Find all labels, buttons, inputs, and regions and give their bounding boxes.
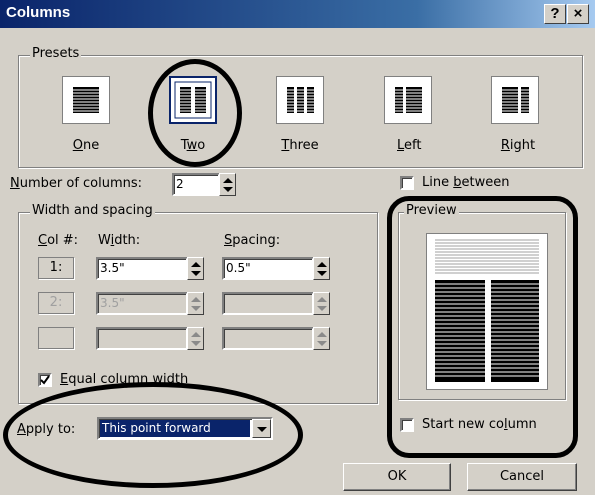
width-input-3[interactable] [96,327,188,350]
left-column-icon [395,87,422,113]
spin-down-icon[interactable] [314,339,329,350]
preset-one-button[interactable] [62,76,110,124]
dialog-title: Columns [6,4,71,21]
two-column-icon [174,81,212,119]
spacing-spinner-3[interactable] [313,327,330,350]
preview-page-icon [435,239,539,382]
preset-right-button[interactable] [491,76,539,124]
equal-column-width-checkbox[interactable] [38,373,52,387]
cancel-button[interactable]: Cancel [467,463,577,491]
right-column-icon [502,87,529,113]
checkmark-icon [40,375,50,385]
number-of-columns-spinner[interactable] [219,173,236,196]
col-number-header: Col #: [38,233,79,248]
spin-down-icon[interactable] [188,269,203,280]
spin-up-icon[interactable] [220,174,235,185]
preset-left-label: Left [397,138,422,153]
width-input-2[interactable]: 3.5" [96,292,188,315]
spin-up-icon[interactable] [314,328,329,339]
preset-three-button[interactable] [276,76,324,124]
spin-down-icon[interactable] [188,339,203,350]
width-spacing-group-label: Width and spacing [30,203,155,218]
columns-dialog: Columns ? × Presets One Two Three Left R… [0,0,595,495]
line-between-checkbox[interactable] [400,176,414,190]
number-of-columns-input[interactable]: 2 [172,173,220,196]
spin-up-icon[interactable] [188,293,203,304]
spin-up-icon[interactable] [314,293,329,304]
spin-up-icon[interactable] [188,258,203,269]
apply-to-dropdown[interactable]: This point forward [97,417,273,440]
col-number-2: 2: [38,292,74,314]
spacing-spinner-2[interactable] [313,292,330,315]
spacing-input-2[interactable] [222,292,314,315]
apply-to-label: Apply to: [17,422,76,437]
line-between-label: Line between [422,175,510,190]
three-column-icon [287,87,314,113]
start-new-column-label: Start new column [422,417,537,432]
spin-down-icon[interactable] [188,304,203,315]
col-number-3 [38,327,74,349]
preset-left-button[interactable] [384,76,432,124]
preset-three-label: Three [281,138,319,153]
presets-group-label: Presets [30,46,82,61]
number-of-columns-label: Number of columns: [10,176,143,191]
width-spinner-2[interactable] [187,292,204,315]
apply-to-selected-value: This point forward [100,420,250,437]
spin-down-icon[interactable] [220,185,235,196]
spin-down-icon[interactable] [314,304,329,315]
dropdown-arrow-button[interactable] [252,419,271,438]
spacing-header: Spacing: [224,233,281,248]
width-input-1[interactable]: 3.5" [96,257,188,280]
preset-right-label: Right [500,138,536,153]
help-button[interactable]: ? [544,4,566,24]
spin-down-icon[interactable] [314,269,329,280]
ok-button[interactable]: OK [343,463,451,491]
equal-column-width-label: Equal column width [60,372,189,387]
width-spinner-3[interactable] [187,327,204,350]
spacing-spinner-1[interactable] [313,257,330,280]
start-new-column-checkbox[interactable] [400,418,414,432]
col-number-1: 1: [38,257,74,279]
close-button[interactable]: × [567,4,589,24]
spin-up-icon[interactable] [314,258,329,269]
one-column-icon [73,87,99,113]
preset-two-button[interactable] [169,76,217,124]
preview-page [426,233,548,390]
title-bar[interactable]: Columns ? × [0,0,595,28]
spacing-input-1[interactable]: 0.5" [222,257,314,280]
spacing-input-3[interactable] [222,327,314,350]
preset-one-label: One [72,138,100,153]
width-header: Width: [98,233,141,248]
preview-group-label: Preview [404,203,459,218]
width-spinner-1[interactable] [187,257,204,280]
chevron-down-icon [257,427,267,432]
spin-up-icon[interactable] [188,328,203,339]
preset-two-label: Two [180,138,206,153]
